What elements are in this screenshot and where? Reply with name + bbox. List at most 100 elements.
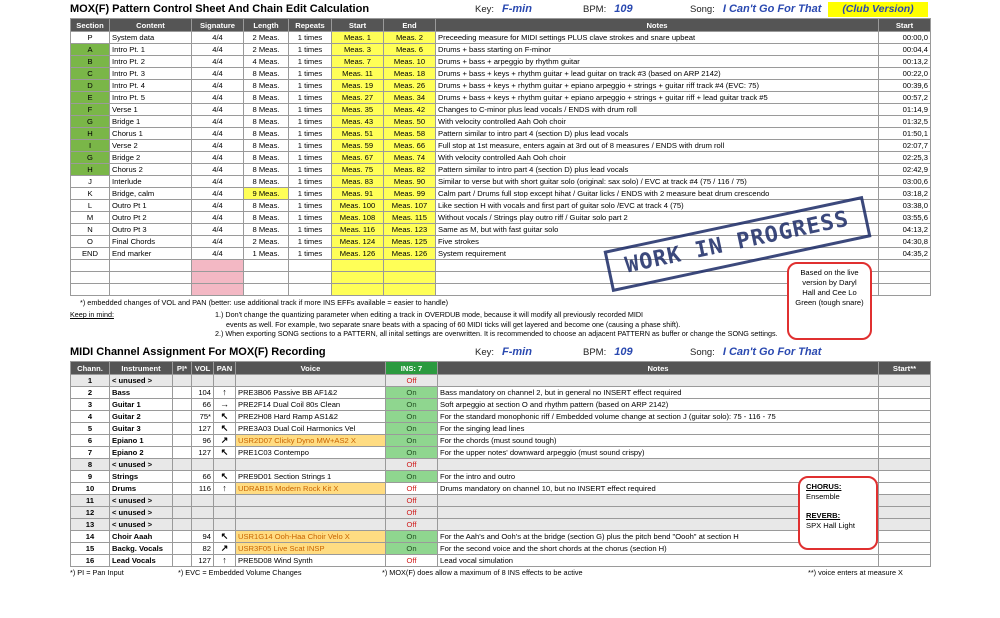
channel-cell: 14 bbox=[70, 530, 110, 543]
vol-cell: 66 bbox=[191, 398, 214, 411]
instrument-cell: Guitar 2 bbox=[109, 410, 173, 423]
notes-cell: Drums + bass starting on F-minor bbox=[435, 43, 879, 56]
ins-cell: Off bbox=[385, 506, 438, 519]
repeats-cell: 1 times bbox=[288, 79, 332, 92]
length-cell: 8 Meas. bbox=[243, 223, 289, 236]
start-time-cell: 04:35,2 bbox=[878, 247, 931, 260]
section-cell: F bbox=[70, 103, 110, 116]
repeats-cell: 1 times bbox=[288, 223, 332, 236]
start-cell bbox=[878, 434, 931, 447]
channel-cell: 4 bbox=[70, 410, 110, 423]
notes-cell: For the standard monophonic riff / Embed… bbox=[437, 410, 879, 423]
repeats-cell: 1 times bbox=[288, 163, 332, 176]
start-meas-cell: Meas. 27 bbox=[331, 91, 384, 104]
empty-cell bbox=[331, 283, 384, 296]
section-cell: G bbox=[70, 115, 110, 128]
content-cell: Bridge 1 bbox=[109, 115, 192, 128]
pattern-row: E Intro Pt. 5 4/4 8 Meas. 1 times Meas. 27 Mea… bbox=[70, 91, 931, 104]
col-header: Section bbox=[70, 18, 110, 32]
signature-cell: 4/4 bbox=[191, 127, 244, 140]
pattern-row: G Bridge 2 4/4 8 Meas. 1 times Meas. 67 Meas. … bbox=[70, 151, 931, 164]
start-cell bbox=[878, 518, 931, 531]
ins-cell: Off bbox=[385, 458, 438, 471]
start-time-cell: 03:00,6 bbox=[878, 175, 931, 188]
ins-cell: On bbox=[385, 422, 438, 435]
key-field: Key: F-min bbox=[475, 3, 532, 15]
start-cell bbox=[878, 422, 931, 435]
notes-cell: Full stop at 1st measure, enters again a… bbox=[435, 139, 879, 152]
length-cell: 2 Meas. bbox=[243, 43, 289, 56]
voice-cell: UDRAB15 Modern Rock Kit X bbox=[235, 482, 386, 495]
ins-cell: On bbox=[385, 386, 438, 399]
footnote-start: **) voice enters at measure X bbox=[808, 568, 903, 577]
ins-cell: Off bbox=[385, 554, 438, 567]
instrument-cell: Guitar 3 bbox=[109, 422, 173, 435]
end-meas-cell: Meas. 6 bbox=[383, 43, 436, 56]
pi-cell bbox=[172, 482, 192, 495]
footnote-evc: *) EVC = Embedded Volume Changes bbox=[178, 568, 302, 577]
channel-row: 16 Lead Vocals 127 ↑ PRE5D08 Wind Synth Off Le… bbox=[70, 554, 931, 567]
section-cell: G bbox=[70, 151, 110, 164]
col-header: Voice bbox=[235, 361, 386, 375]
pan-cell: ↑ bbox=[213, 482, 236, 495]
empty-cell bbox=[383, 283, 436, 296]
voice-cell bbox=[235, 518, 386, 531]
pattern-row: B Intro Pt. 2 4/4 4 Meas. 1 times Meas. 7 Meas… bbox=[70, 55, 931, 68]
pi-cell bbox=[172, 518, 192, 531]
start-meas-cell: Meas. 35 bbox=[331, 103, 384, 116]
pattern-row: F Verse 1 4/4 8 Meas. 1 times Meas. 35 Meas. 4… bbox=[70, 103, 931, 116]
section-cell: H bbox=[70, 127, 110, 140]
pattern-row: I Verse 2 4/4 8 Meas. 1 times Meas. 59 Meas. 6… bbox=[70, 139, 931, 152]
repeats-cell: 1 times bbox=[288, 199, 332, 212]
repeats-cell: 1 times bbox=[288, 139, 332, 152]
footnote-ins: *) MOX(F) does allow a maximum of 8 INS … bbox=[382, 568, 583, 577]
content-cell: Verse 1 bbox=[109, 103, 192, 116]
end-meas-cell: Meas. 34 bbox=[383, 91, 436, 104]
voice-cell: PRE9D01 Section Strings 1 bbox=[235, 470, 386, 483]
notes-cell: With velocity controlled Aah Ooh choir bbox=[435, 115, 879, 128]
vol-cell: 127 bbox=[191, 422, 214, 435]
repeats-cell: 1 times bbox=[288, 67, 332, 80]
start-meas-cell: Meas. 91 bbox=[331, 187, 384, 200]
repeats-cell: 1 times bbox=[288, 91, 332, 104]
start-time-cell: 00:13,2 bbox=[878, 55, 931, 68]
midi-sheet-header: MIDI Channel Assignment For MOX(F) Recor… bbox=[70, 343, 930, 361]
length-cell: 4 Meas. bbox=[243, 55, 289, 68]
col-header: PAN bbox=[213, 361, 236, 375]
notes-cell: Pattern similar to intro part 4 (section… bbox=[435, 127, 879, 140]
start-meas-cell: Meas. 51 bbox=[331, 127, 384, 140]
channel-cell: 6 bbox=[70, 434, 110, 447]
channel-cell: 9 bbox=[70, 470, 110, 483]
pattern-row: A Intro Pt. 1 4/4 2 Meas. 1 times Meas. 3 Meas… bbox=[70, 43, 931, 56]
voice-cell: PRE1C03 Contempo bbox=[235, 446, 386, 459]
ins-cell: On bbox=[385, 434, 438, 447]
section-cell: O bbox=[70, 235, 110, 248]
pan-cell: ↖ bbox=[213, 530, 236, 543]
instrument-cell: < unused > bbox=[109, 458, 173, 471]
empty-cell bbox=[243, 283, 289, 296]
start-cell bbox=[878, 410, 931, 423]
channel-row: 5 Guitar 3 127 ↖ PRE3A03 Dual Coil Harmonics… bbox=[70, 422, 931, 435]
repeats-cell: 1 times bbox=[288, 235, 332, 248]
signature-cell: 4/4 bbox=[191, 139, 244, 152]
start-meas-cell: Meas. 1 bbox=[331, 31, 384, 44]
repeats-cell: 1 times bbox=[288, 103, 332, 116]
channel-row: 7 Epiano 2 127 ↖ PRE1C03 Contempo On For the u… bbox=[70, 446, 931, 459]
voice-cell bbox=[235, 458, 386, 471]
song-field-2: Song: I Can't Go For That bbox=[690, 346, 822, 358]
length-cell: 8 Meas. bbox=[243, 139, 289, 152]
vol-cell: 66 bbox=[191, 470, 214, 483]
pi-cell bbox=[172, 506, 192, 519]
start-time-cell: 01:32,5 bbox=[878, 115, 931, 128]
pan-cell: ↑ bbox=[213, 386, 236, 399]
vol-cell: 96 bbox=[191, 434, 214, 447]
vol-cell bbox=[191, 458, 214, 471]
pattern-row: C Intro Pt. 3 4/4 8 Meas. 1 times Meas. 11 Mea… bbox=[70, 67, 931, 80]
col-header: Start bbox=[878, 18, 931, 32]
end-meas-cell: Meas. 99 bbox=[383, 187, 436, 200]
channel-row: 6 Epiano 1 96 ↗ USR2D07 Clicky Dyno MW+AS2 X… bbox=[70, 434, 931, 447]
content-cell: Interlude bbox=[109, 175, 192, 188]
pi-cell bbox=[172, 374, 192, 387]
end-meas-cell: Meas. 123 bbox=[383, 223, 436, 236]
length-cell: 2 Meas. bbox=[243, 31, 289, 44]
